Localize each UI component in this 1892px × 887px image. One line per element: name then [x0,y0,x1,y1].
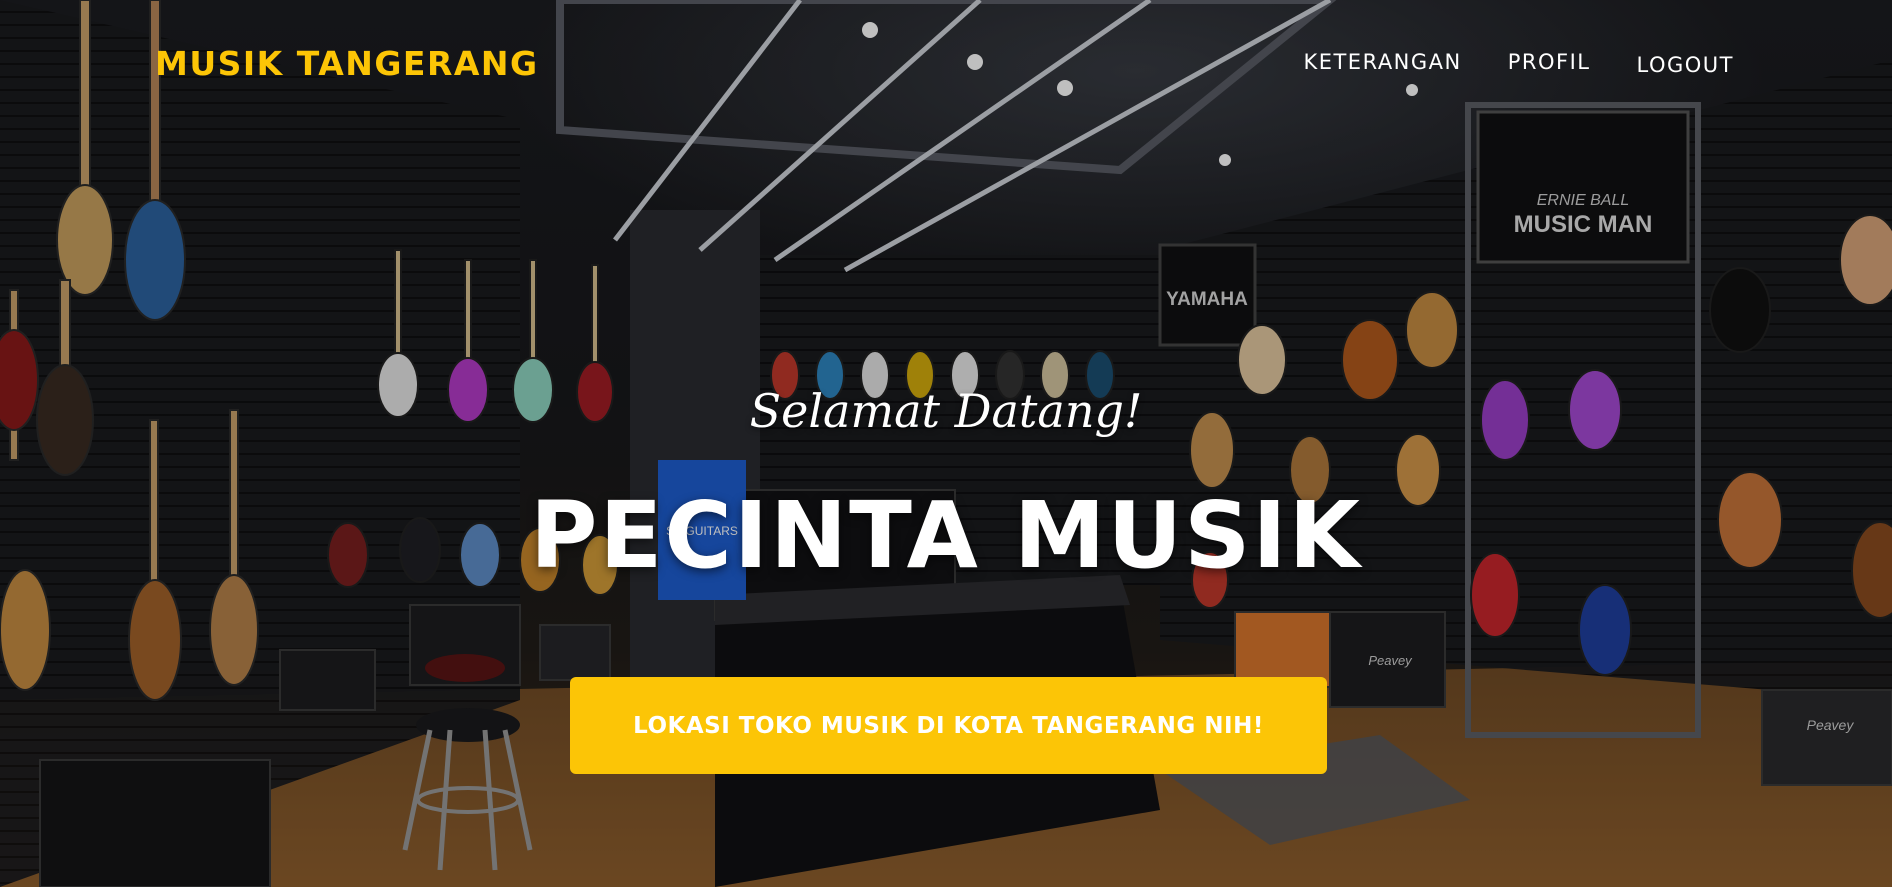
nav-link-logout[interactable]: LOGOUT [1637,53,1734,77]
store-location-button[interactable]: LOKASI TOKO MUSIK DI KOTA TANGERANG NIH! [570,677,1327,774]
nav-link-profil[interactable]: PROFIL [1508,50,1591,74]
nav-link-keterangan[interactable]: KETERANGAN [1303,50,1461,74]
nav-item-keterangan: KETERANGAN [1303,50,1461,77]
masthead-subheading: Selamat Datang! [749,384,1143,438]
masthead-heading: PECINTA MUSIK [530,482,1362,589]
nav-menu: KETERANGAN PROFIL LOGOUT [1303,50,1734,77]
brand-logo-link[interactable]: MUSIK TANGERANG [155,44,539,83]
nav-item-profil: PROFIL [1508,50,1591,77]
nav-item-logout: LOGOUT [1637,53,1734,77]
masthead: YAMAHA ERNIE BALL MUSIC MAN SS GUITARS P… [0,0,1892,887]
